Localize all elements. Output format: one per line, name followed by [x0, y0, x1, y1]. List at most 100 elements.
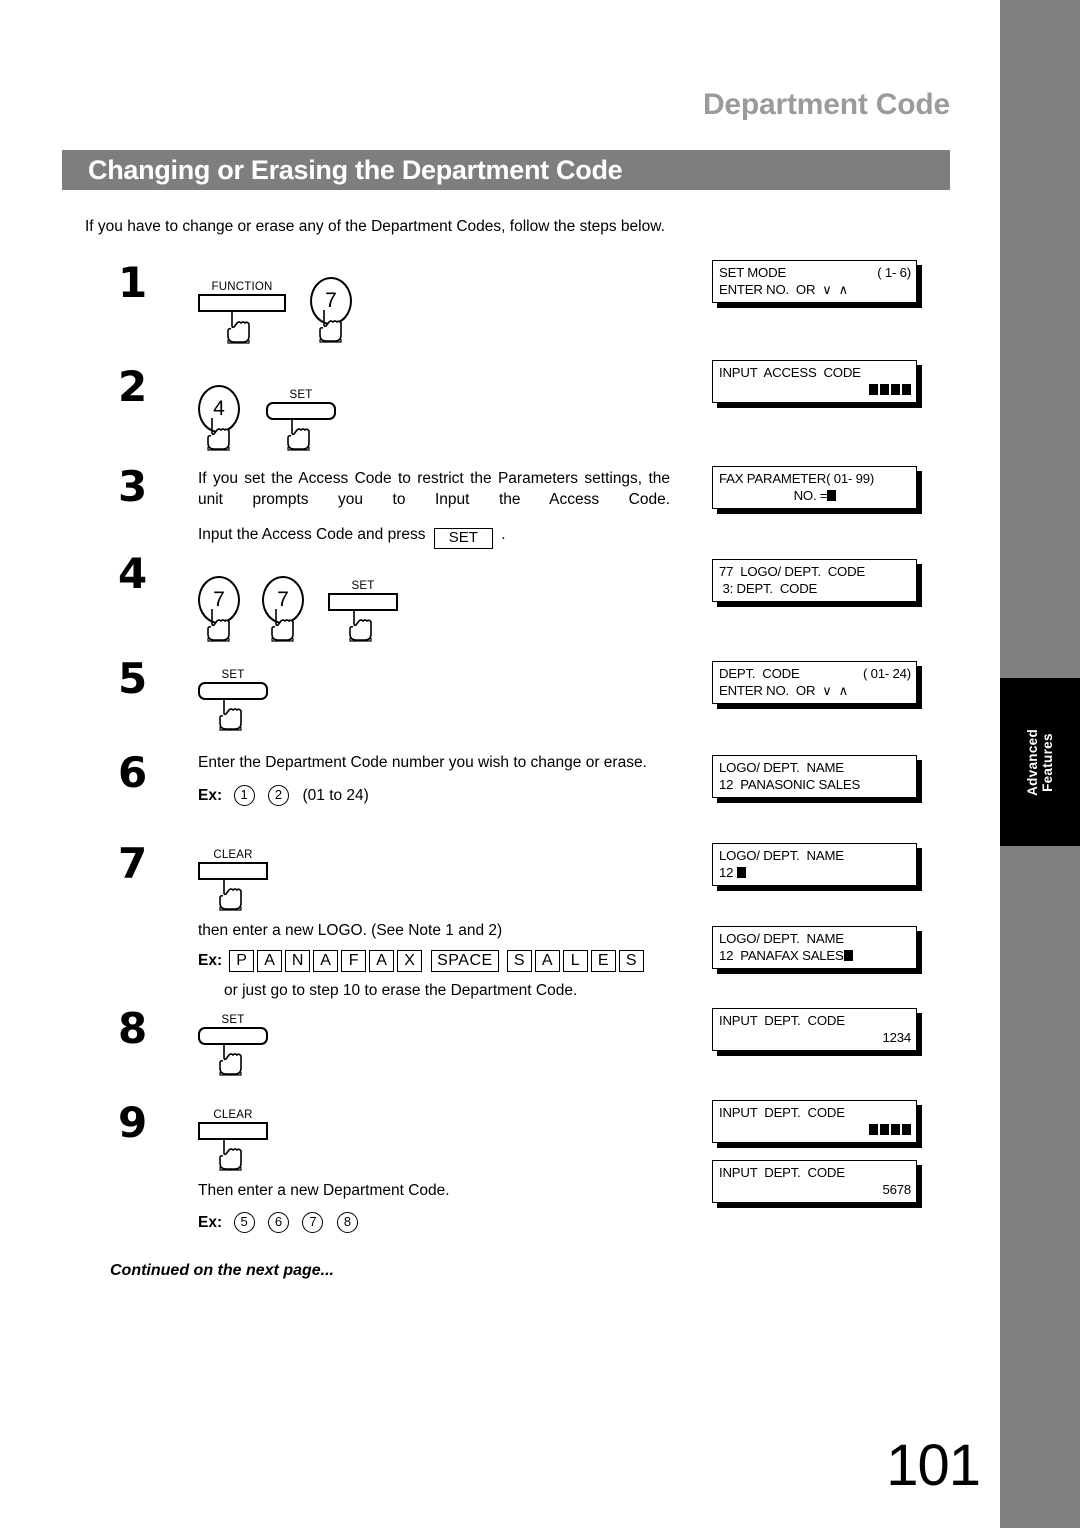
lcd-display-input-dept-code-1234: INPUT DEPT. CODE 1234 — [712, 1008, 917, 1051]
letter-key-s2: S — [618, 950, 644, 972]
step-9-example: Ex: 5 6 7 8 — [198, 1212, 658, 1233]
key-numeric-7-a[interactable]: 7 — [198, 576, 240, 642]
lcd-line2-left: 12 — [719, 864, 746, 881]
chapter-title: Department Code — [702, 88, 950, 121]
lcd-cursor-block — [843, 950, 853, 961]
pointing-hand-icon — [316, 309, 346, 343]
key-set-label: SET — [289, 389, 313, 401]
key-numeric-7-b[interactable]: 7 — [262, 576, 304, 642]
continued-note: Continued on the next page... — [110, 1262, 334, 1279]
key-set-label: SET — [221, 1014, 245, 1026]
step-9-note-line: Then enter a new Department Code. — [198, 1182, 450, 1199]
step-number-8: 8 — [118, 1004, 148, 1053]
step-3-suffix: . — [501, 526, 506, 543]
step-number-6: 6 — [118, 748, 148, 797]
lcd-line1-left: INPUT ACCESS CODE — [719, 365, 861, 380]
key-clear[interactable]: CLEAR — [198, 845, 268, 911]
pointing-hand-icon — [216, 877, 246, 911]
step-3-body: If you set the Access Code to restrict t… — [198, 468, 670, 549]
lcd-line2-center: NO. = — [719, 487, 911, 504]
pointing-hand-icon — [346, 608, 376, 642]
section-banner: Changing or Erasing the Department Code — [62, 150, 950, 190]
example-digit-1: 1 — [233, 785, 255, 806]
letter-key-a3: A — [369, 950, 395, 972]
example-digit-8: 8 — [336, 1212, 358, 1233]
step-2-keys: 4 SET — [198, 372, 346, 451]
page-number: 101 — [886, 1433, 981, 1498]
lcd-line2-left: 12 PANASONIC SALES — [719, 777, 861, 792]
step-6-example: Ex: 1 2 (01 to 24) — [198, 785, 690, 806]
step-9-body: Then enter a new Department Code. Ex: 5 … — [198, 1180, 658, 1233]
pointing-hand-icon — [284, 417, 314, 451]
step-7-note-line: then enter a new LOGO. (See Note 1 and 2… — [198, 922, 503, 939]
key-numeric-7[interactable]: 7 — [310, 277, 352, 343]
key-set[interactable]: SET — [328, 576, 398, 642]
lcd-cursor-block — [736, 867, 746, 878]
lcd-line1-left: INPUT DEPT. CODE — [719, 1165, 845, 1180]
key-clear[interactable]: CLEAR — [198, 1105, 268, 1171]
key-set-label: SET — [221, 669, 245, 681]
key-numeric-4[interactable]: 4 — [198, 385, 240, 451]
key-set[interactable]: SET — [198, 1010, 268, 1076]
section-title: Changing or Erasing the Department Code — [88, 154, 623, 185]
lcd-display-logo-dept-code: 77 LOGO/ DEPT. CODE 3: DEPT. CODE — [712, 559, 917, 602]
step-7-body: then enter a new LOGO. (See Note 1 and 2… — [198, 920, 718, 1001]
key-function[interactable]: FUNCTION — [198, 277, 286, 344]
lcd-display-logo-dept-name-blank: LOGO/ DEPT. NAME 12 — [712, 843, 917, 886]
lcd-line2-left: ENTER NO. OR ∨ ∧ — [719, 282, 849, 297]
letter-key-p: P — [229, 950, 255, 972]
letter-key-a2: A — [313, 950, 339, 972]
lcd-cursor-block — [827, 490, 837, 501]
lcd-line1-left: DEPT. CODE — [719, 666, 800, 681]
lcd-display-input-access-code: INPUT ACCESS CODE — [712, 360, 917, 403]
lcd-display-logo-dept-name-panafax: LOGO/ DEPT. NAME 12 PANAFAX SALES — [712, 926, 917, 969]
lcd-display-fax-parameter: FAX PARAMETER( 01- 99) NO. = — [712, 466, 917, 509]
pointing-hand-icon — [204, 417, 234, 451]
lcd-cursor-blocks — [867, 1121, 911, 1138]
letter-key-a4: A — [534, 950, 560, 972]
thumb-tab-advanced-features: Advanced Features — [1000, 678, 1080, 846]
step-number-7: 7 — [118, 839, 148, 888]
letter-key-x: X — [397, 950, 423, 972]
step-number-1: 1 — [118, 258, 148, 307]
step-8-keys: SET — [198, 1010, 278, 1076]
lcd-cursor-blocks — [867, 381, 911, 398]
step-6-body: Enter the Department Code number you wis… — [198, 752, 690, 806]
lcd-line1-left: INPUT DEPT. CODE — [719, 1105, 845, 1120]
step-7-example: Ex: P A N A F A X SPACE S A L E S — [198, 950, 718, 972]
intro-paragraph: If you have to change or erase any of th… — [85, 218, 665, 235]
example-digit-7: 7 — [302, 1212, 324, 1233]
key-set[interactable]: SET — [198, 665, 268, 731]
letter-key-e: E — [590, 950, 616, 972]
lcd-display-dept-code-range: DEPT. CODE ( 01- 24) ENTER NO. OR ∨ ∧ — [712, 661, 917, 704]
letter-key-s1: S — [506, 950, 532, 972]
step-3-second-line: Input the Access Code and press SET . — [198, 524, 670, 549]
inline-set-key[interactable]: SET — [433, 528, 493, 549]
example-label: Ex: — [198, 786, 223, 804]
letter-key-space: SPACE — [431, 950, 499, 972]
step-1-keys: FUNCTION 7 — [198, 277, 362, 344]
lcd-line1-left: LOGO/ DEPT. NAME — [719, 931, 844, 946]
pointing-hand-icon — [224, 310, 254, 344]
example-digit-6: 6 — [268, 1212, 290, 1233]
key-set[interactable]: SET — [266, 385, 336, 451]
step-9-keys: CLEAR — [198, 1105, 278, 1171]
lcd-line1-left: LOGO/ DEPT. NAME — [719, 848, 844, 863]
lcd-line2-left: ENTER NO. OR ∨ ∧ — [719, 683, 849, 698]
step-6-paragraph: Enter the Department Code number you wis… — [198, 754, 647, 771]
pointing-hand-icon — [216, 1042, 246, 1076]
lcd-display-input-dept-code-5678: INPUT DEPT. CODE 5678 — [712, 1160, 917, 1203]
step-7-tail-line: or just go to step 10 to erase the Depar… — [224, 982, 578, 999]
key-clear-label: CLEAR — [213, 849, 253, 861]
letter-key-n: N — [285, 950, 311, 972]
key-function-label: FUNCTION — [211, 281, 273, 293]
example-digit-5: 5 — [233, 1212, 255, 1233]
key-clear-label: CLEAR — [213, 1109, 253, 1121]
example-digit-2: 2 — [268, 785, 290, 806]
lcd-display-input-dept-code-blocks: INPUT DEPT. CODE — [712, 1100, 917, 1143]
lcd-line1-left: LOGO/ DEPT. NAME — [719, 760, 844, 775]
letter-key-f: F — [341, 950, 367, 972]
lcd-line2-left: 12 PANAFAX SALES — [719, 947, 853, 964]
lcd-display-set-mode: SET MODE ( 1- 6) ENTER NO. OR ∨ ∧ — [712, 260, 917, 303]
letter-key-l: L — [562, 950, 588, 972]
